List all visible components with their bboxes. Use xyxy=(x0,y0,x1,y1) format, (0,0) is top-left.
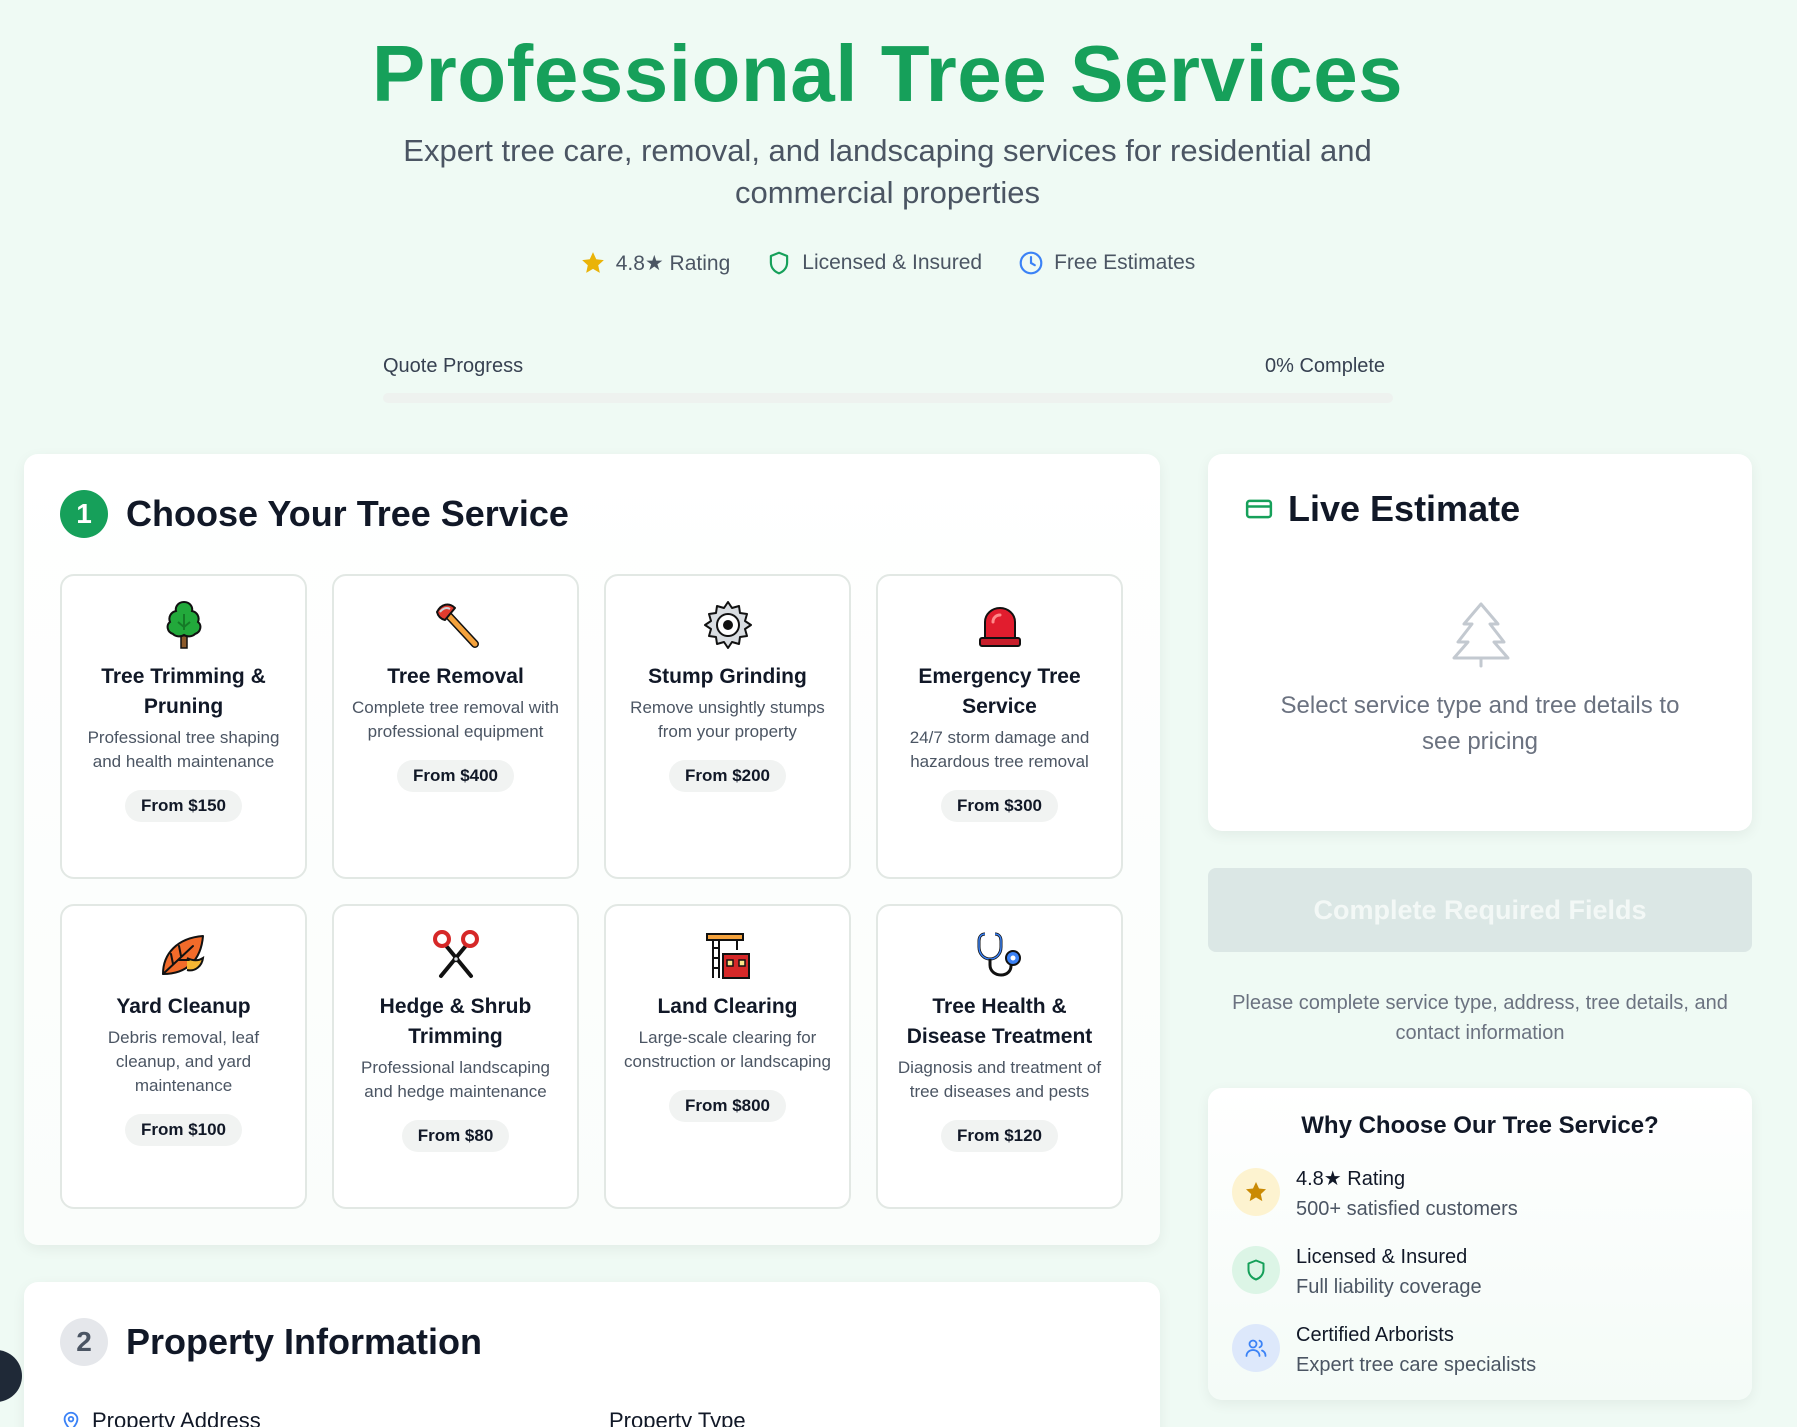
service-grid: Tree Trimming & Pruning Professional tre… xyxy=(60,574,1123,1209)
tree-icon xyxy=(166,600,201,649)
service-price: From $120 xyxy=(940,1120,1059,1152)
why-item-arborists: Certified Arborists Expert tree care spe… xyxy=(1232,1320,1536,1380)
service-name: Land Clearing xyxy=(657,995,798,1018)
why-title: Why Choose Our Tree Service? xyxy=(1301,1112,1659,1139)
service-price: From $100 xyxy=(124,1114,243,1146)
users-icon xyxy=(1245,1339,1267,1357)
service-description: Professional tree shaping and health mai… xyxy=(87,728,280,771)
step-number: 1 xyxy=(60,490,108,538)
service-description: Diagnosis and treatment of tree diseases… xyxy=(897,1058,1102,1101)
service-description: Complete tree removal with professional … xyxy=(352,698,559,741)
shield-icon xyxy=(770,251,789,275)
service-option-tree-trimming[interactable]: Tree Trimming & Pruning Professional tre… xyxy=(60,574,307,879)
credit-card-icon xyxy=(1245,499,1273,519)
service-price: From $300 xyxy=(940,790,1059,822)
gear-icon xyxy=(703,601,752,649)
service-option-tree-health[interactable]: Tree Health & Disease Treatment Diagnosi… xyxy=(876,904,1123,1209)
floating-help-button[interactable] xyxy=(0,1350,22,1402)
badge-label: 4.8★ Rating xyxy=(615,251,731,275)
service-price: From $800 xyxy=(668,1090,787,1122)
service-price: From $80 xyxy=(401,1120,510,1152)
service-description: Remove unsightly stumps from your proper… xyxy=(630,698,825,741)
why-item-title: Licensed & Insured xyxy=(1296,1246,1468,1268)
estimate-title: Live Estimate xyxy=(1288,488,1521,529)
property-information-card: 2 Property Information Property Address … xyxy=(24,1282,1160,1427)
axe-icon xyxy=(435,603,479,648)
estimate-header: Live Estimate xyxy=(1244,488,1520,530)
page-subtitle: Expert tree care, removal, and landscapi… xyxy=(403,133,1372,210)
why-item-subtitle: 500+ satisfied customers xyxy=(1296,1198,1518,1220)
progress-bar xyxy=(383,393,1393,403)
badge-estimates: Free Estimates xyxy=(1018,250,1195,276)
service-name: Tree Health & Disease Treatment xyxy=(906,995,1093,1048)
complete-required-fields-button[interactable]: Complete Required Fields xyxy=(1208,868,1752,952)
scissors-icon xyxy=(432,930,479,978)
star-icon xyxy=(1246,1182,1266,1202)
service-price: From $400 xyxy=(396,760,515,792)
section-header: 1 Choose Your Tree Service xyxy=(60,490,569,538)
stethoscope-icon xyxy=(977,932,1021,977)
trust-badges: 4.8★ Rating Licensed & Insured Free Esti… xyxy=(0,250,1775,276)
service-option-land-clearing[interactable]: Land Clearing Large-scale clearing for c… xyxy=(604,904,851,1209)
shield-icon xyxy=(1247,1259,1265,1281)
live-estimate-card: Live Estimate Select service type and tr… xyxy=(1208,454,1752,831)
property-address-label: Property Address xyxy=(60,1408,261,1427)
construction-icon xyxy=(705,933,750,979)
why-item-title: Certified Arborists xyxy=(1296,1324,1454,1346)
badge-label: Free Estimates xyxy=(1054,251,1196,274)
service-description: Professional landscaping and hedge maint… xyxy=(360,1058,550,1101)
property-type-label: Property Type xyxy=(609,1408,746,1427)
service-name: Tree Trimming & Pruning xyxy=(101,665,266,718)
estimate-empty-message: Select service type and tree details to … xyxy=(1280,692,1680,755)
tree-outline-icon xyxy=(1452,602,1510,668)
service-name: Yard Cleanup xyxy=(116,995,251,1018)
service-option-emergency[interactable]: Emergency Tree Service 24/7 storm damage… xyxy=(876,574,1123,879)
progress-value: 0% Complete xyxy=(1265,355,1386,377)
service-option-hedge-trimming[interactable]: Hedge & Shrub Trimming Professional land… xyxy=(332,904,579,1209)
map-pin-icon xyxy=(63,1411,79,1427)
why-item-rating: 4.8★ Rating 500+ satisfied customers xyxy=(1232,1164,1518,1224)
service-price: From $200 xyxy=(668,760,787,792)
service-name: Stump Grinding xyxy=(648,665,807,688)
why-item-title: 4.8★ Rating xyxy=(1296,1168,1406,1190)
clock-icon xyxy=(1019,251,1043,275)
why-item-subtitle: Expert tree care specialists xyxy=(1296,1354,1537,1376)
service-description: 24/7 storm damage and hazardous tree rem… xyxy=(909,728,1090,771)
service-option-yard-cleanup[interactable]: Yard Cleanup Debris removal, leaf cleanu… xyxy=(60,904,307,1209)
section-title: Choose Your Tree Service xyxy=(126,493,569,534)
why-item-subtitle: Full liability coverage xyxy=(1296,1276,1482,1298)
service-name: Tree Removal xyxy=(387,665,524,688)
siren-icon xyxy=(978,606,1021,647)
star-icon xyxy=(581,252,604,273)
step-number: 2 xyxy=(60,1318,108,1366)
section-title: Property Information xyxy=(126,1321,483,1362)
leaf-icon xyxy=(161,935,204,975)
why-choose-us-card: Why Choose Our Tree Service? 4.8★ Rating… xyxy=(1208,1088,1752,1400)
service-name: Hedge & Shrub Trimming xyxy=(379,995,532,1048)
section-header: 2 Property Information xyxy=(60,1318,482,1366)
badge-licensed: Licensed & Insured xyxy=(766,250,982,276)
progress-label: Quote Progress xyxy=(383,355,524,377)
required-fields-note: Please complete service type, address, t… xyxy=(1232,992,1728,1044)
service-price: From $150 xyxy=(124,790,243,822)
badge-rating: 4.8★ Rating xyxy=(580,250,731,276)
service-description: Large-scale clearing for construction or… xyxy=(624,1028,831,1071)
service-option-stump-grinding[interactable]: Stump Grinding Remove unsightly stumps f… xyxy=(604,574,851,879)
why-item-licensed: Licensed & Insured Full liability covera… xyxy=(1232,1242,1482,1302)
service-name: Emergency Tree Service xyxy=(918,665,1081,718)
service-description: Debris removal, leaf cleanup, and yard m… xyxy=(107,1028,260,1095)
page-title: Professional Tree Services xyxy=(371,29,1404,118)
service-option-tree-removal[interactable]: Tree Removal Complete tree removal with … xyxy=(332,574,579,879)
service-selection-card: 1 Choose Your Tree Service Tree Trimming… xyxy=(24,454,1160,1245)
badge-label: Licensed & Insured xyxy=(802,251,983,274)
